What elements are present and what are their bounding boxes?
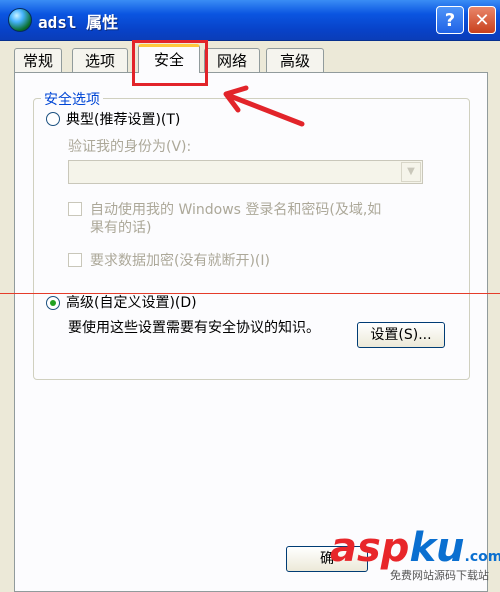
help-button[interactable]: ?	[436, 6, 464, 34]
red-arrow-icon	[223, 85, 305, 127]
group-label: 安全选项	[41, 89, 103, 109]
watermark-brand-a: asp	[330, 525, 410, 571]
network-globe-icon	[8, 8, 32, 32]
title-bar[interactable]: adsl 属性 ? ✕	[0, 0, 500, 41]
typical-radio[interactable]	[46, 112, 60, 126]
advanced-radio[interactable]	[46, 296, 60, 310]
require-encryption-checkbox[interactable]	[68, 253, 82, 267]
auto-logon-label-line1[interactable]: 自动使用我的 Windows 登录名和密码(及域,如	[90, 199, 381, 219]
chevron-down-icon[interactable]: ▼	[401, 162, 421, 182]
verify-identity-select[interactable]: ▼	[68, 160, 423, 184]
tab-advanced[interactable]: 高级	[266, 48, 324, 72]
watermark-logo: aspku.com 免费网站源码下载站	[330, 525, 500, 582]
advanced-description: 要使用这些设置需要有安全协议的知识。	[68, 320, 320, 336]
require-encryption-label[interactable]: 要求数据加密(没有就断开)(I)	[90, 250, 270, 270]
watermark-tagline: 免费网站源码下载站	[390, 569, 489, 582]
tab-options[interactable]: 选项	[72, 48, 128, 72]
close-button[interactable]: ✕	[468, 6, 496, 34]
advanced-label[interactable]: 高级(自定义设置)(D)	[66, 292, 197, 312]
watermark-brand-b: ku	[409, 525, 465, 571]
auto-logon-checkbox[interactable]	[68, 202, 82, 216]
typical-label[interactable]: 典型(推荐设置)(T)	[66, 109, 180, 129]
verify-identity-label: 验证我的身份为(V):	[68, 139, 192, 155]
radio-dot-icon	[50, 300, 56, 306]
auto-logon-label-line2[interactable]: 果有的话)	[90, 217, 151, 237]
highlight-box	[132, 40, 208, 86]
settings-button[interactable]: 设置(S)...	[357, 322, 445, 348]
tab-general[interactable]: 常规	[14, 48, 62, 72]
annotation-line	[0, 293, 500, 294]
tab-network[interactable]: 网络	[204, 48, 260, 72]
watermark-suffix: .com	[464, 549, 500, 565]
window-title: adsl 属性	[38, 13, 119, 32]
